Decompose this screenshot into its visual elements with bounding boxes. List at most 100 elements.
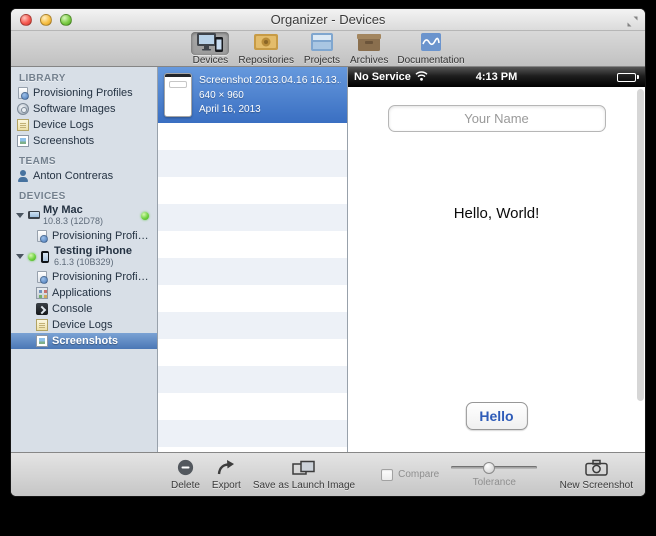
close-button[interactable] bbox=[20, 14, 32, 26]
new-screenshot-label: New Screenshot bbox=[560, 480, 633, 491]
sidebar-item-label: Screenshots bbox=[52, 335, 118, 347]
toolbar-projects-button[interactable]: Projects bbox=[303, 32, 341, 66]
disclosure-triangle-icon[interactable] bbox=[16, 254, 24, 259]
source-list-sidebar: LIBRARY Provisioning Profiles Software I… bbox=[11, 67, 158, 452]
sidebar-item-label: Device Logs bbox=[52, 319, 113, 331]
status-dot-green bbox=[28, 253, 36, 261]
screenshot-size: 640 × 960 bbox=[199, 90, 341, 101]
scrollbar-thumb[interactable] bbox=[637, 89, 644, 401]
provisioning-profile-icon bbox=[18, 87, 28, 99]
toolbar-archives-label: Archives bbox=[350, 55, 388, 66]
provisioning-profile-icon bbox=[37, 271, 47, 283]
window-titlebar[interactable]: Organizer - Devices bbox=[11, 9, 645, 31]
screenshot-image: Your Name Hello, World! Hello bbox=[348, 87, 645, 452]
library-section-header: LIBRARY bbox=[11, 71, 157, 85]
toolbar-repositories-button[interactable]: Repositories bbox=[238, 32, 294, 66]
delete-button[interactable]: Delete bbox=[171, 459, 200, 491]
provisioning-profile-icon bbox=[37, 230, 47, 242]
sidebar-item-screenshots[interactable]: Screenshots bbox=[11, 133, 157, 149]
teams-section-header: TEAMS bbox=[11, 154, 157, 168]
tolerance-control: Tolerance bbox=[451, 462, 537, 488]
fullscreen-icon[interactable] bbox=[627, 14, 638, 32]
tolerance-slider[interactable] bbox=[451, 462, 537, 474]
sidebar-item-label: Anton Contreras bbox=[33, 170, 113, 182]
iphone-icon bbox=[41, 251, 49, 263]
toolbar-documentation-button[interactable]: Documentation bbox=[397, 32, 464, 66]
sidebar-device-testing-iphone[interactable]: Testing iPhone 6.1.3 (10B329) bbox=[11, 244, 157, 269]
camera-icon bbox=[585, 459, 608, 477]
sidebar-device-my-mac[interactable]: My Mac 10.8.3 (12D78) bbox=[11, 203, 157, 228]
screenshot-thumbnail bbox=[164, 73, 192, 117]
device-version: 10.8.3 (12D78) bbox=[43, 217, 103, 227]
sidebar-item-label: Console bbox=[52, 303, 92, 315]
sidebar-item-device-logs[interactable]: Device Logs bbox=[11, 117, 157, 133]
person-icon bbox=[17, 170, 29, 182]
sidebar-item-label: Applications bbox=[52, 287, 111, 299]
organizer-window: Organizer - Devices Devices Repositories… bbox=[10, 8, 646, 497]
carrier-label: No Service bbox=[354, 71, 411, 83]
compare-label: Compare bbox=[398, 469, 439, 480]
sidebar-item-software-images[interactable]: Software Images bbox=[11, 101, 157, 117]
battery-icon bbox=[617, 73, 639, 82]
sidebar-item-iphone-device-logs[interactable]: Device Logs bbox=[11, 317, 157, 333]
log-icon bbox=[36, 319, 48, 331]
preview-scrollbar bbox=[637, 89, 644, 448]
disclosure-triangle-icon[interactable] bbox=[16, 213, 24, 218]
sidebar-item-iphone-console[interactable]: Console bbox=[11, 301, 157, 317]
sidebar-item-label: Provisioning Profiles bbox=[52, 271, 151, 283]
applications-icon bbox=[36, 287, 48, 299]
sidebar-item-label: Software Images bbox=[33, 103, 116, 115]
toolbar-documentation-label: Documentation bbox=[397, 55, 464, 66]
console-icon bbox=[36, 303, 48, 315]
toolbar-repositories-label: Repositories bbox=[238, 55, 294, 66]
sidebar-item-mac-provisioning-profiles[interactable]: Provisioning Profiles bbox=[11, 228, 157, 244]
new-screenshot-button[interactable]: New Screenshot bbox=[560, 459, 633, 491]
disc-icon bbox=[17, 103, 29, 115]
screenshot-list-item[interactable]: Screenshot 2013.04.16 16.13... 640 × 960… bbox=[158, 67, 347, 123]
device-version: 6.1.3 (10B329) bbox=[54, 258, 132, 268]
sidebar-item-iphone-screenshots[interactable]: Screenshots bbox=[11, 333, 157, 349]
compare-control: Compare bbox=[381, 469, 439, 481]
toolbar-archives-button[interactable]: Archives bbox=[350, 32, 388, 66]
toolbar-devices-button[interactable]: Devices bbox=[191, 32, 229, 66]
sidebar-item-label: Device Logs bbox=[33, 119, 94, 131]
sidebar-item-iphone-applications[interactable]: Applications bbox=[11, 285, 157, 301]
projects-icon bbox=[309, 32, 335, 55]
iphone-status-bar: No Service 4:13 PM bbox=[348, 67, 645, 87]
sidebar-item-label: Screenshots bbox=[33, 135, 94, 147]
devices-section-header: DEVICES bbox=[11, 189, 157, 203]
window-title: Organizer - Devices bbox=[11, 12, 645, 27]
save-as-launch-image-button[interactable]: Save as Launch Image bbox=[253, 459, 355, 491]
device-name: Testing iPhone bbox=[54, 246, 132, 258]
sidebar-item-iphone-provisioning-profiles[interactable]: Provisioning Profiles bbox=[11, 269, 157, 285]
hello-button: Hello bbox=[465, 402, 527, 430]
screenshot-title: Screenshot 2013.04.16 16.13... bbox=[199, 75, 341, 87]
delete-label: Delete bbox=[171, 480, 200, 491]
export-label: Export bbox=[212, 480, 241, 491]
empty-list-rows bbox=[158, 123, 347, 452]
your-name-field: Your Name bbox=[388, 105, 606, 132]
save-as-launch-image-label: Save as Launch Image bbox=[253, 480, 355, 491]
zoom-button[interactable] bbox=[60, 14, 72, 26]
delete-icon bbox=[177, 459, 194, 477]
launch-image-icon bbox=[292, 459, 315, 477]
archives-icon bbox=[356, 32, 382, 55]
wifi-icon bbox=[415, 71, 428, 84]
sidebar-item-team-anton-contreras[interactable]: Anton Contreras bbox=[11, 168, 157, 184]
tolerance-label: Tolerance bbox=[473, 477, 516, 488]
sidebar-item-label: Provisioning Profiles bbox=[52, 230, 151, 242]
device-name: My Mac bbox=[43, 205, 103, 217]
photo-icon bbox=[36, 335, 48, 347]
slider-knob[interactable] bbox=[483, 462, 495, 474]
repositories-icon bbox=[253, 32, 279, 55]
log-icon bbox=[17, 119, 29, 131]
sidebar-item-provisioning-profiles[interactable]: Provisioning Profiles bbox=[11, 85, 157, 101]
compare-checkbox[interactable] bbox=[381, 469, 393, 481]
export-button[interactable]: Export bbox=[212, 459, 241, 491]
export-icon bbox=[216, 459, 236, 477]
hello-world-text: Hello, World! bbox=[348, 205, 645, 222]
mac-icon bbox=[28, 210, 40, 222]
toolbar-devices-label: Devices bbox=[193, 55, 229, 66]
minimize-button[interactable] bbox=[40, 14, 52, 26]
screenshot-date: April 16, 2013 bbox=[199, 104, 341, 115]
